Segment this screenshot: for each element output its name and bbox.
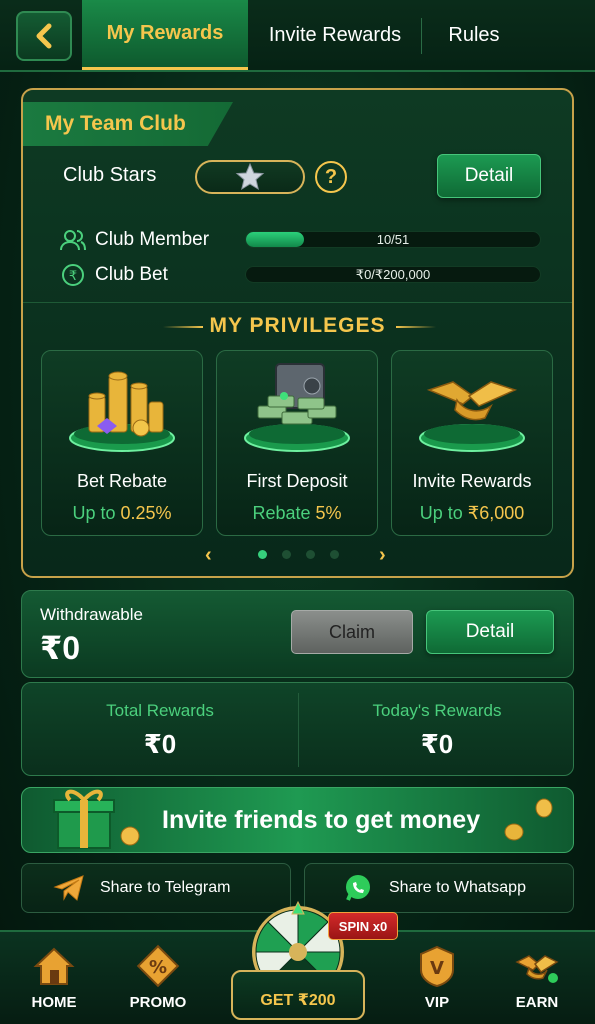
nav-earn[interactable]: EARN [497, 944, 577, 1011]
withdrawable-amount: ₹0 [40, 630, 81, 666]
club-bet-row: ₹ Club Bet [59, 262, 168, 288]
club-bet-progress: ₹0/₹200,000 [245, 266, 541, 283]
pager-dot[interactable] [330, 550, 339, 559]
nav-promo[interactable]: % PROMO [118, 944, 198, 1011]
spin-count-badge: SPIN x0 [328, 912, 398, 940]
club-bet-label: Club Bet [95, 264, 168, 285]
nav-vip[interactable]: V VIP [397, 944, 477, 1011]
privilege-card-bet-rebate[interactable]: Bet Rebate Up to 0.25% [41, 350, 203, 536]
club-member-progress: 10/51 [245, 231, 541, 248]
nav-earn-label: EARN [515, 994, 559, 1011]
handshake-icon [392, 351, 552, 461]
privilege-name: First Deposit [246, 471, 348, 491]
nav-promo-label: PROMO [129, 994, 187, 1011]
total-rewards: Total Rewards ₹0 [22, 683, 298, 775]
home-icon [32, 944, 76, 988]
invite-banner[interactable]: Invite friends to get money [21, 787, 574, 853]
privilege-prefix: Rebate [252, 503, 311, 523]
nav-vip-label: VIP [424, 994, 450, 1011]
promo-icon: % [136, 944, 180, 988]
telegram-icon [52, 871, 86, 905]
star-icon [235, 162, 265, 191]
pager-dot[interactable] [258, 550, 267, 559]
chevron-right-icon[interactable]: › [379, 544, 386, 567]
title-ornament-right [396, 326, 436, 328]
privilege-value: 0.25% [120, 503, 172, 523]
withdraw-panel: Withdrawable ₹0 Claim Detail [21, 590, 574, 678]
top-bar: My Rewards Invite Rewards Rules [0, 0, 595, 72]
withdrawable-label: Withdrawable [40, 605, 143, 624]
share-telegram-label: Share to Telegram [100, 879, 231, 896]
divider [23, 302, 572, 303]
share-whatsapp-label: Share to Whatsapp [389, 879, 526, 896]
chevron-left-icon [36, 23, 52, 49]
get-reward-button[interactable]: GET ₹200 [231, 970, 365, 1020]
club-stars-badge [195, 160, 305, 194]
gift-box-icon [53, 789, 140, 849]
total-rewards-label: Total Rewards [106, 701, 214, 720]
club-title: My Team Club [23, 102, 233, 146]
tab-my-rewards[interactable]: My Rewards [82, 0, 248, 70]
nav-home-label: HOME [31, 994, 77, 1011]
svg-text:₹: ₹ [69, 269, 77, 284]
privilege-detail: Up to ₹6,000 [392, 503, 552, 524]
svg-text:%: % [149, 957, 167, 978]
privilege-prefix: Up to [419, 503, 463, 523]
team-club-card: My Team Club Club Stars ? Detail Club Me… [21, 88, 574, 578]
privilege-card-invite-rewards[interactable]: Invite Rewards Up to ₹6,000 [391, 350, 553, 536]
todays-rewards-value: ₹0 [420, 729, 454, 759]
privilege-value: ₹6,000 [467, 503, 525, 523]
invite-banner-text: Invite friends to get money [162, 806, 481, 834]
pager-dot[interactable] [306, 550, 315, 559]
rewards-summary: Total Rewards ₹0 Today's Rewards ₹0 [21, 682, 574, 776]
withdraw-detail-button[interactable]: Detail [426, 610, 554, 654]
club-stars-label: Club Stars [63, 164, 157, 186]
privilege-card-first-deposit[interactable]: First Deposit Rebate 5% [216, 350, 378, 536]
todays-rewards: Today's Rewards ₹0 [299, 683, 575, 775]
privilege-name: Invite Rewards [412, 471, 532, 491]
handshake-icon [515, 944, 559, 988]
back-button[interactable] [16, 11, 72, 61]
tab-invite-rewards[interactable]: Invite Rewards [252, 0, 418, 70]
members-icon [59, 227, 87, 253]
tab-rules[interactable]: Rules [424, 0, 524, 70]
total-rewards-value: ₹0 [143, 729, 177, 759]
help-icon[interactable]: ? [315, 161, 347, 193]
coins-stack-icon [42, 351, 202, 461]
club-bet-progress-text: ₹0/₹200,000 [355, 267, 431, 282]
carousel-pager: ‹ › [23, 544, 572, 567]
club-member-row: Club Member [59, 227, 209, 253]
privilege-prefix: Up to [72, 503, 116, 523]
chevron-left-icon[interactable]: ‹ [205, 544, 212, 567]
pager-dot[interactable] [282, 550, 291, 559]
svg-text:V: V [430, 958, 444, 979]
privileges-title: MY PRIVILEGES [209, 314, 386, 337]
claim-button[interactable]: Claim [291, 610, 413, 654]
nav-home[interactable]: HOME [14, 944, 94, 1011]
tab-divider [421, 18, 422, 54]
club-member-progress-text: 10/51 [376, 232, 410, 247]
club-member-label: Club Member [95, 229, 210, 250]
rupee-icon: ₹ [59, 262, 87, 288]
privilege-detail: Up to 0.25% [42, 503, 202, 524]
privilege-value: 5% [315, 503, 342, 523]
vip-icon: V [415, 944, 459, 988]
privilege-name: Bet Rebate [76, 471, 168, 491]
club-detail-button[interactable]: Detail [437, 154, 541, 198]
todays-rewards-label: Today's Rewards [372, 701, 502, 720]
coins-icon [504, 798, 553, 841]
privilege-detail: Rebate 5% [217, 503, 377, 524]
safe-money-icon [217, 351, 377, 461]
